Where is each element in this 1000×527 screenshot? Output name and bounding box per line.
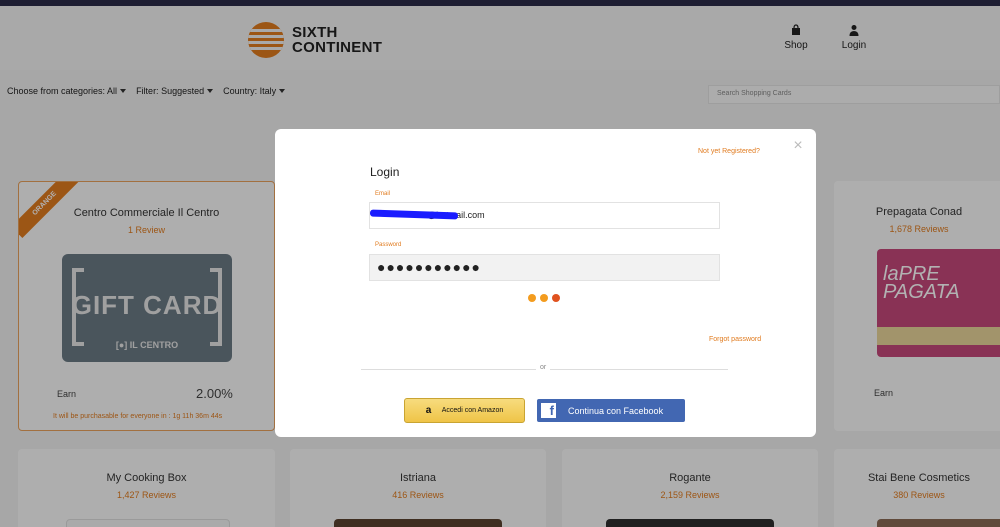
or-separator: or bbox=[536, 364, 551, 371]
password-field[interactable]: ●●●●●●●●●●● bbox=[369, 254, 720, 281]
email-label: Email bbox=[375, 191, 391, 197]
password-value: ●●●●●●●●●●● bbox=[377, 259, 482, 275]
facebook-login-button[interactable]: f Continua con Facebook bbox=[537, 399, 685, 422]
close-icon[interactable]: × bbox=[791, 138, 805, 154]
forgot-password-link[interactable]: Forgot password bbox=[709, 336, 761, 343]
modal-title: Login bbox=[370, 165, 400, 179]
amazon-button-label: Accedi con Amazon bbox=[441, 407, 504, 414]
loading-indicator bbox=[528, 294, 560, 302]
facebook-icon: f bbox=[541, 403, 556, 418]
facebook-button-label: Continua con Facebook bbox=[568, 405, 664, 416]
amazon-icon: a bbox=[425, 404, 432, 416]
register-link[interactable]: Not yet Registered? bbox=[698, 148, 760, 155]
login-modal: × Not yet Registered? Login Email @hotma… bbox=[275, 129, 816, 437]
password-label: Password bbox=[375, 242, 402, 248]
amazon-login-button[interactable]: a Accedi con Amazon bbox=[404, 398, 525, 423]
